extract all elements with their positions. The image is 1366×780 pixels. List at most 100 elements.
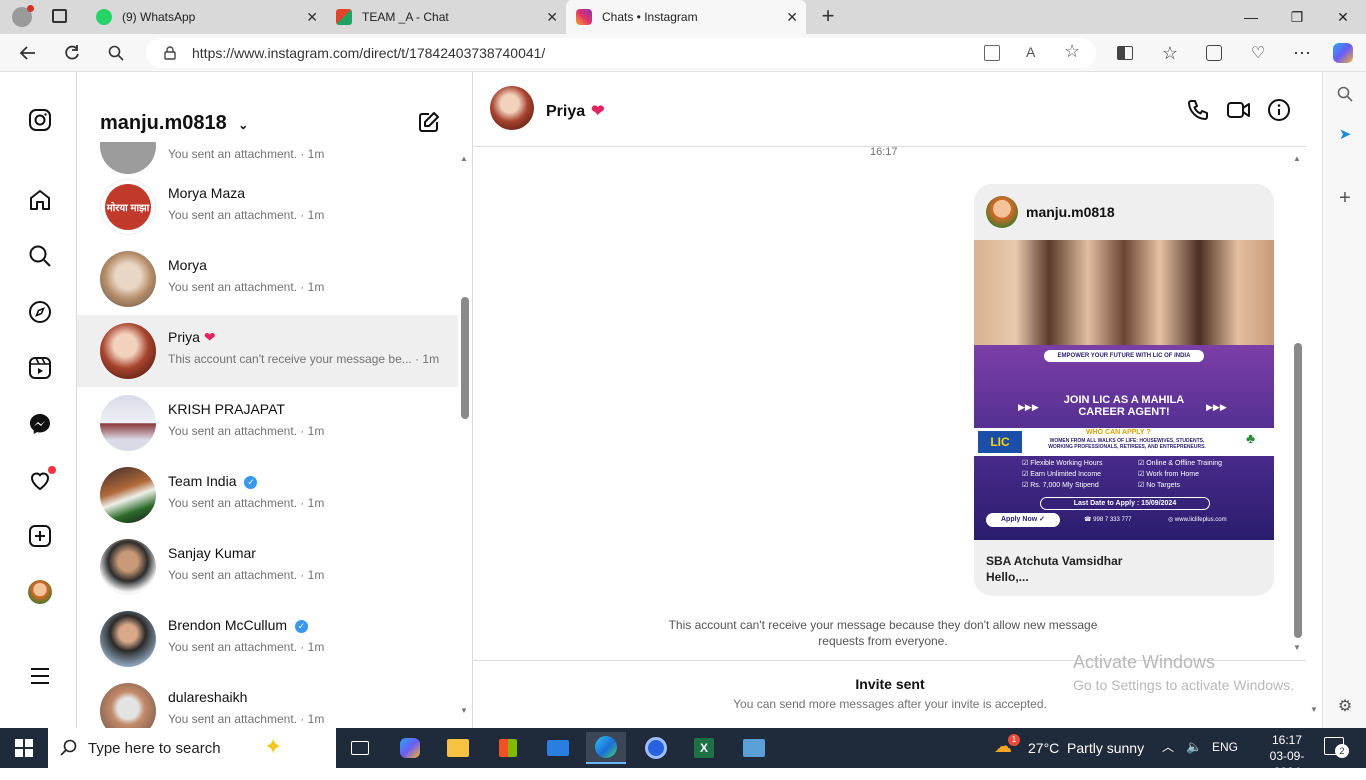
tab-actions-icon[interactable] xyxy=(52,9,67,23)
post-author-avatar[interactable] xyxy=(986,196,1018,228)
weather-widget[interactable]: ☁ 1 27°C Partly sunny xyxy=(994,734,1144,762)
search-icon[interactable] xyxy=(101,38,131,68)
weather-badge: 1 xyxy=(1008,734,1020,746)
refresh-icon[interactable] xyxy=(57,38,87,68)
list-item[interactable]: dulareshaikh You sent an attachment. · 1… xyxy=(77,675,458,728)
favorite-star-icon[interactable]: ☆ xyxy=(1064,41,1080,62)
contact-name[interactable]: Priya ❤ xyxy=(546,101,605,121)
account-username: manju.m0818 xyxy=(100,112,227,134)
shared-post-message[interactable]: manju.m0818 EMPOWER YOUR FUTURE WITH LIC… xyxy=(974,184,1274,596)
post-author-name[interactable]: manju.m0818 xyxy=(1026,204,1115,220)
conversation-info-icon[interactable] xyxy=(1267,98,1291,127)
conversation-name: KRISH PRAJAPAT xyxy=(168,401,285,417)
clock-time: 16:17 xyxy=(1271,733,1303,747)
profile-avatar[interactable] xyxy=(26,578,54,606)
task-view-icon[interactable] xyxy=(340,732,380,764)
conversation-preview: You sent an attachment. · 1m xyxy=(168,208,325,222)
scroll-up-arrow[interactable]: ▲ xyxy=(1293,154,1301,163)
avatar xyxy=(100,467,156,523)
scroll-up-arrow[interactable]: ▲ xyxy=(460,154,468,163)
scroll-down-arrow[interactable]: ▼ xyxy=(1293,643,1301,652)
start-button[interactable] xyxy=(4,732,44,764)
messenger-icon[interactable] xyxy=(26,410,54,438)
reels-icon[interactable] xyxy=(26,354,54,382)
post-image[interactable]: EMPOWER YOUR FUTURE WITH LIC OF INDIA JO… xyxy=(974,240,1274,540)
website-url: ◎ www.liclifeplus.com xyxy=(1168,517,1227,523)
scrollbar-thumb[interactable] xyxy=(1294,343,1302,638)
post-caption-text: Hello,... xyxy=(986,570,1029,584)
favorites-icon[interactable]: ☆ xyxy=(1155,38,1185,68)
home-icon[interactable] xyxy=(26,186,54,214)
notification-center-icon[interactable]: 2 xyxy=(1324,737,1349,758)
send-icon[interactable]: ➤ xyxy=(1333,122,1357,146)
account-switcher[interactable]: manju.m0818 ⌄ xyxy=(100,112,248,135)
excel-icon[interactable]: X xyxy=(684,732,724,764)
conversation-preview: You sent an attachment. · 1m xyxy=(168,496,325,510)
list-item[interactable]: Sanjay Kumar You sent an attachment. · 1… xyxy=(77,531,458,603)
list-item[interactable]: Brendon McCullum ✓ You sent an attachment… xyxy=(77,603,458,675)
app-available-icon[interactable] xyxy=(984,45,1000,61)
instagram-logo-icon[interactable] xyxy=(26,106,54,134)
lock-icon[interactable] xyxy=(164,46,176,60)
app-circle-icon[interactable] xyxy=(636,732,676,764)
file-explorer-icon[interactable] xyxy=(438,732,478,764)
contact-avatar[interactable] xyxy=(490,86,534,130)
explore-icon[interactable] xyxy=(26,298,54,326)
profile-icon[interactable] xyxy=(12,5,34,27)
new-tab-button[interactable]: + xyxy=(816,4,840,28)
create-icon[interactable] xyxy=(26,522,54,550)
tab-whatsapp[interactable]: (9) WhatsApp ✕ xyxy=(86,0,326,34)
copilot-taskbar-icon[interactable] xyxy=(390,732,430,764)
language-indicator[interactable]: ENG xyxy=(1212,740,1238,754)
list-item-selected[interactable]: Priya ❤ This account can't receive your m… xyxy=(77,315,458,387)
mail-icon[interactable] xyxy=(538,732,578,764)
edge-icon[interactable] xyxy=(586,732,626,764)
list-item[interactable]: मोरया माझा Morya Maza You sent an attach… xyxy=(77,171,458,243)
more-options-icon[interactable]: ⋯ xyxy=(1287,38,1317,68)
close-tab-icon[interactable]: ✕ xyxy=(546,9,558,26)
chevron-up-icon[interactable]: ︿ xyxy=(1162,738,1174,755)
list-item[interactable]: Team India ✓ You sent an attachment. · 1m xyxy=(77,459,458,531)
gear-icon[interactable]: ⚙ xyxy=(1333,694,1357,718)
copilot-icon[interactable] xyxy=(1328,38,1358,68)
avatar xyxy=(100,539,156,595)
verified-badge-icon: ✓ xyxy=(244,475,258,489)
benefit-4: ☑ Work from Home xyxy=(1138,471,1200,478)
minimize-button[interactable]: — xyxy=(1228,0,1274,34)
notifications-heart-icon[interactable] xyxy=(26,466,56,494)
chat-header: Priya ❤ xyxy=(474,72,1306,147)
scroll-down-arrow[interactable]: ▼ xyxy=(460,706,468,715)
read-aloud-icon[interactable]: A xyxy=(1026,44,1035,60)
tab-team-chat[interactable]: TEAM _A - Chat ✕ xyxy=(326,0,566,34)
clock[interactable]: 16:17 03-09-2024 xyxy=(1262,732,1312,780)
conversation-preview: You sent an attachment. · 1m xyxy=(168,280,325,294)
new-message-icon[interactable] xyxy=(417,110,441,139)
scroll-down-arrow[interactable]: ▼ xyxy=(1310,705,1318,714)
scrollbar-thumb[interactable] xyxy=(461,297,469,419)
video-call-icon[interactable] xyxy=(1226,98,1252,127)
conversation-preview: You sent an attachment. · 1m xyxy=(168,147,325,161)
collections-icon[interactable] xyxy=(1199,38,1229,68)
list-item[interactable]: Morya You sent an attachment. · 1m xyxy=(77,243,458,315)
menu-icon[interactable] xyxy=(26,662,54,690)
close-tab-icon[interactable]: ✕ xyxy=(786,9,798,26)
split-screen-icon[interactable] xyxy=(1110,38,1140,68)
browser-essentials-icon[interactable]: ♡ xyxy=(1243,38,1273,68)
tab-instagram[interactable]: Chats • Instagram ✕ xyxy=(566,0,806,34)
add-icon[interactable]: + xyxy=(1333,186,1357,210)
address-bar[interactable]: https://www.instagram.com/direct/t/17842… xyxy=(146,38,1096,68)
taskbar-search[interactable]: Type here to search ✦ xyxy=(48,728,336,768)
restore-button[interactable]: ❐ xyxy=(1274,0,1320,34)
volume-icon[interactable]: 🔈 xyxy=(1186,739,1202,755)
search-icon[interactable] xyxy=(26,242,54,270)
store-icon[interactable] xyxy=(488,732,528,764)
search-icon[interactable] xyxy=(1333,82,1357,106)
close-window-button[interactable]: ✕ xyxy=(1320,0,1366,34)
list-item[interactable]: KRISH PRAJAPAT You sent an attachment. ·… xyxy=(77,387,458,459)
avatar xyxy=(100,683,156,728)
back-icon[interactable] xyxy=(13,38,43,68)
photos-icon[interactable] xyxy=(734,732,774,764)
promo-headline: JOIN LIC AS A MAHILA CAREER AGENT! xyxy=(1063,394,1185,418)
audio-call-icon[interactable] xyxy=(1186,98,1210,127)
close-tab-icon[interactable]: ✕ xyxy=(306,9,318,26)
